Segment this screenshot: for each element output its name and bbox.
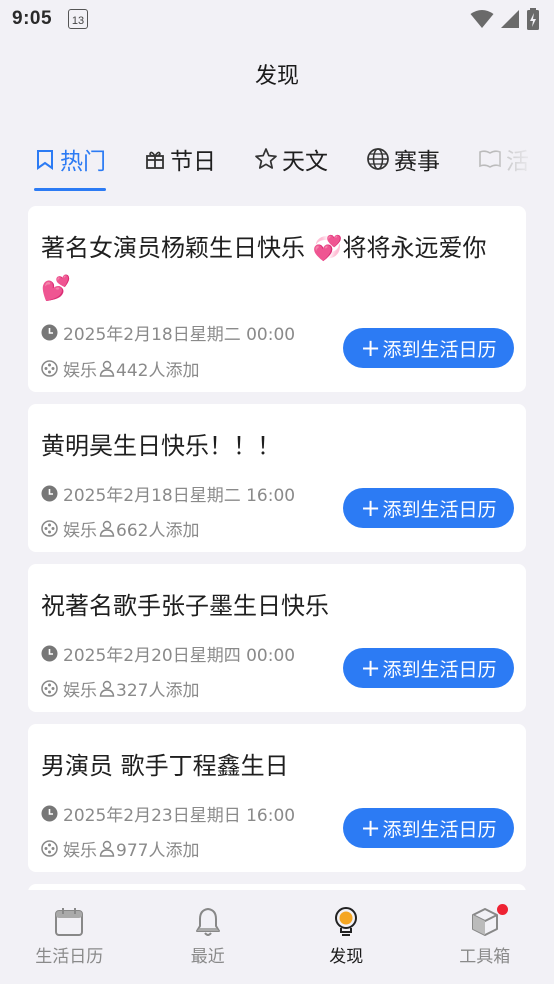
event-datetime: 2025年2月20日星期四 00:00: [41, 641, 295, 666]
event-stats: 娱乐 327人添加: [41, 676, 199, 701]
added-count: 442人添加: [116, 361, 200, 381]
film-reel-icon: [41, 680, 58, 697]
clock-icon: [41, 645, 58, 662]
nav-life-calendar[interactable]: 生活日历: [0, 890, 139, 984]
clock-icon: [41, 324, 58, 341]
tab-events[interactable]: 赛事: [366, 126, 440, 192]
star-icon: [255, 148, 277, 169]
plus-icon: +: [360, 334, 381, 362]
notification-badge: [496, 904, 508, 915]
add-to-calendar-button[interactable]: + 添到生活日历: [343, 488, 514, 528]
event-datetime: 2025年2月18日星期二 00:00: [41, 320, 295, 345]
tab-label: 热门: [60, 149, 106, 175]
bell-icon: [195, 908, 220, 936]
add-to-calendar-button[interactable]: + 添到生活日历: [343, 648, 514, 688]
person-icon: [99, 520, 115, 537]
event-stats: 娱乐 977人添加: [41, 836, 199, 861]
event-stats: 娱乐 442人添加: [41, 356, 199, 381]
tab-hot[interactable]: 热门: [34, 126, 106, 192]
event-stats: 娱乐 662人添加: [41, 516, 199, 541]
plus-icon: +: [360, 814, 381, 842]
lightbulb-icon: [335, 907, 358, 936]
category-tabs: 热门 节日 天文 赛事 活: [0, 126, 554, 192]
gift-icon: [146, 151, 164, 169]
person-icon: [99, 680, 115, 697]
event-card[interactable]: 祝著名歌手张子墨生日快乐 2025年2月20日星期四 00:00 娱乐 327人…: [28, 564, 526, 712]
globe-icon: [367, 148, 389, 170]
event-title: 黄明昊生日快乐！！！: [41, 432, 281, 460]
bottom-navigation: 生活日历 最近 发现 工具箱: [0, 890, 554, 984]
tab-label: 赛事: [394, 149, 440, 175]
bookmark-icon: [37, 150, 53, 170]
plus-icon: +: [360, 654, 381, 682]
calendar-icon: [55, 908, 84, 936]
added-count: 662人添加: [116, 521, 200, 541]
button-label: 添到生活日历: [382, 338, 497, 361]
datetime-text: 2025年2月23日星期日 16:00: [63, 806, 296, 826]
event-datetime: 2025年2月23日星期日 16:00: [41, 801, 295, 826]
nav-label: 生活日历: [35, 947, 104, 967]
status-bar: 9:05 13: [0, 0, 554, 38]
category-label: 娱乐: [63, 361, 97, 381]
category-label: 娱乐: [63, 521, 97, 541]
person-icon: [99, 360, 115, 377]
page-title: 发现: [254, 64, 299, 89]
calendar-notification-icon: 13: [68, 9, 89, 29]
clock-icon: [41, 805, 58, 822]
datetime-text: 2025年2月20日星期四 00:00: [63, 646, 296, 666]
nav-discover[interactable]: 发现: [277, 890, 416, 984]
film-reel-icon: [41, 360, 58, 377]
datetime-text: 2025年2月18日星期二 16:00: [63, 486, 296, 506]
tab-label: 天文: [282, 149, 328, 175]
clock-icon: [41, 485, 58, 502]
tab-festival[interactable]: 节日: [144, 126, 216, 192]
tab-astronomy[interactable]: 天文: [254, 126, 328, 192]
nav-toolbox[interactable]: 工具箱: [416, 890, 554, 984]
category-label: 娱乐: [63, 841, 97, 861]
tab-label: 节日: [170, 149, 216, 175]
event-card[interactable]: 男演员 歌手丁程鑫生日 2025年2月23日星期日 16:00 娱乐 977人添…: [28, 724, 526, 872]
nav-label: 发现: [329, 947, 364, 967]
box-icon: [471, 908, 498, 936]
event-datetime: 2025年2月18日星期二 16:00: [41, 481, 295, 506]
category-label: 娱乐: [63, 681, 97, 701]
event-card[interactable]: 著名女演员杨颖生日快乐 💞将将永远爱你 💕 2025年2月18日星期二 00:0…: [28, 206, 526, 392]
add-to-calendar-button[interactable]: + 添到生活日历: [343, 808, 514, 848]
status-icons: [470, 8, 540, 30]
added-count: 327人添加: [116, 681, 200, 701]
wifi-icon: [470, 10, 494, 28]
added-count: 977人添加: [116, 841, 200, 861]
nav-label: 工具箱: [459, 947, 511, 967]
button-label: 添到生活日历: [382, 498, 497, 521]
event-title: 著名女演员杨颖生日快乐 💞将将永远爱你 💕: [41, 234, 487, 302]
person-icon: [99, 840, 115, 857]
event-card[interactable]: 黄明昊生日快乐！！！ 2025年2月18日星期二 16:00 娱乐 662人添加…: [28, 404, 526, 552]
plus-icon: +: [360, 494, 381, 522]
tabs-fade-overlay: [494, 126, 554, 192]
button-label: 添到生活日历: [382, 818, 497, 841]
status-time: 9:05: [12, 8, 53, 29]
datetime-text: 2025年2月18日星期二 00:00: [63, 325, 296, 345]
cellular-signal-icon: [501, 10, 519, 28]
nav-label: 最近: [190, 947, 225, 967]
film-reel-icon: [41, 520, 58, 537]
add-to-calendar-button[interactable]: + 添到生活日历: [343, 328, 514, 368]
event-title: 祝著名歌手张子墨生日快乐: [41, 592, 329, 620]
film-reel-icon: [41, 840, 58, 857]
battery-icon: [527, 8, 539, 30]
nav-recent[interactable]: 最近: [139, 890, 278, 984]
button-label: 添到生活日历: [382, 658, 497, 681]
event-title: 男演员 歌手丁程鑫生日: [41, 752, 289, 780]
